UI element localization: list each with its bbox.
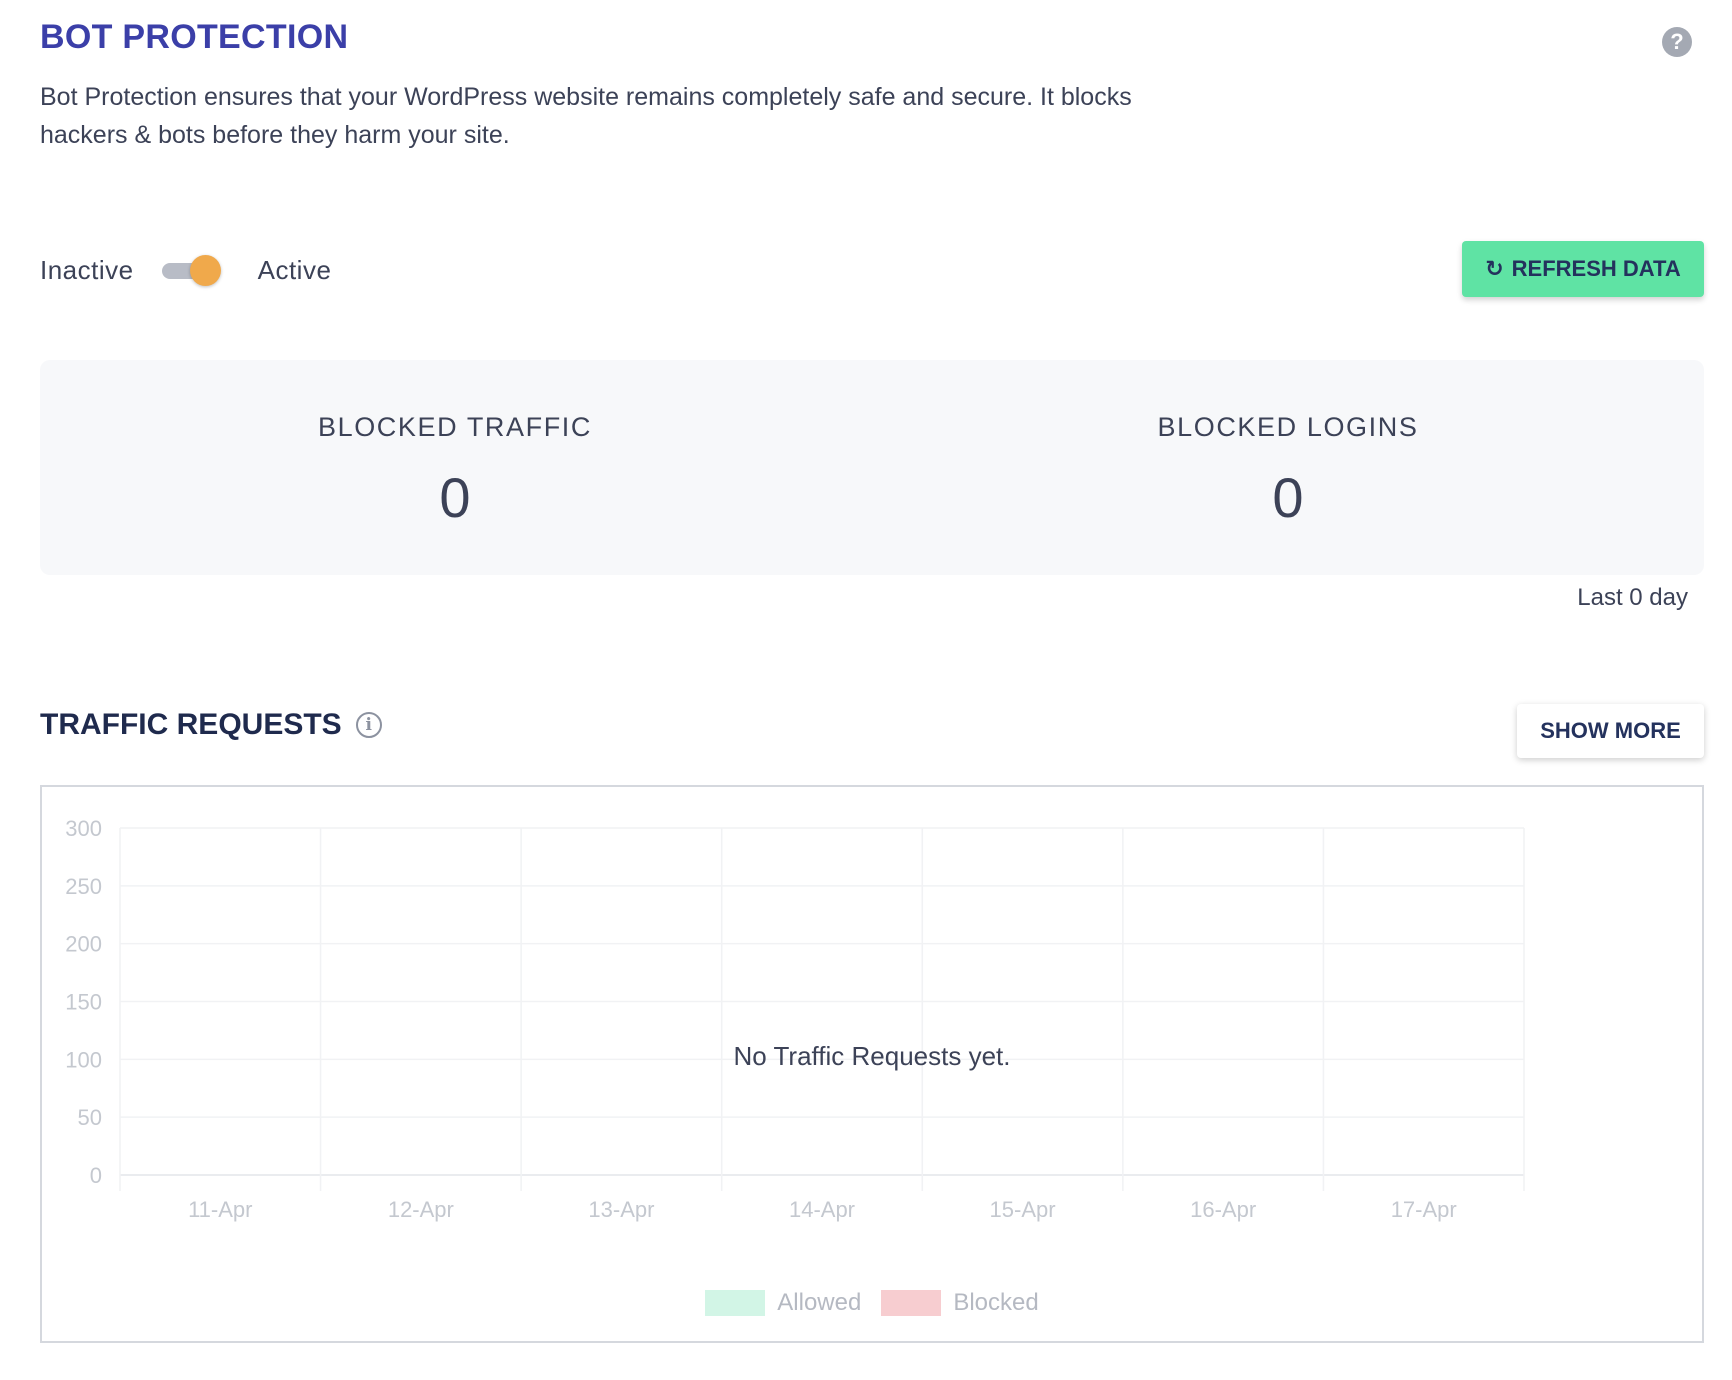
x-tick-label: 12-Apr [388, 1197, 454, 1222]
info-icon[interactable]: i [355, 712, 382, 738]
x-tick-label: 11-Apr [188, 1197, 252, 1222]
x-tick-label: 14-Apr [789, 1197, 855, 1222]
legend-item-allowed[interactable]: Allowed [705, 1289, 861, 1317]
traffic-chart: 0 50 100 150 200 250 300 11-Apr 12-Apr 13-Apr 14-A… [40, 785, 1704, 1343]
y-tick-label: 250 [65, 874, 102, 899]
y-tick-label: 150 [65, 990, 102, 1015]
legend-item-blocked[interactable]: Blocked [881, 1289, 1039, 1317]
legend-swatch-blocked [881, 1290, 942, 1316]
legend-label-allowed: Allowed [777, 1289, 862, 1316]
blocked-traffic-stat: BLOCKED TRAFFIC 0 [155, 412, 755, 530]
blocked-traffic-label: BLOCKED TRAFFIC [317, 412, 593, 442]
x-tick-label: 15-Apr [990, 1197, 1056, 1222]
help-icon[interactable]: ? [1662, 27, 1692, 57]
x-tick-label: 17-Apr [1391, 1197, 1457, 1222]
page-description: Bot Protection ensures that your WordPre… [40, 83, 1132, 149]
y-tick-label: 0 [90, 1163, 102, 1188]
refresh-data-label: REFRESH DATA [1511, 256, 1681, 281]
blocked-logins-stat: BLOCKED LOGINS 0 [988, 412, 1588, 530]
blocked-traffic-value: 0 [439, 466, 471, 529]
active-label: Active [257, 254, 332, 285]
protection-status-row: Inactive Active [40, 250, 331, 290]
y-tick-label: 300 [65, 816, 102, 841]
x-tick-label: 16-Apr [1190, 1197, 1256, 1222]
page-title: BOT PROTECTION [40, 18, 349, 56]
show-more-button[interactable]: SHOW MORE [1517, 704, 1704, 758]
stats-panel: BLOCKED TRAFFIC 0 BLOCKED LOGINS 0 [40, 360, 1704, 575]
traffic-requests-heading: TRAFFIC REQUESTS i [40, 708, 382, 742]
toggle-knob[interactable] [189, 255, 221, 286]
chart-legend: Allowed Blocked [42, 1289, 1702, 1317]
y-tick-label: 200 [65, 932, 102, 957]
x-tick-label: 13-Apr [588, 1197, 654, 1222]
empty-chart-message: No Traffic Requests yet. [733, 1041, 1011, 1071]
refresh-icon: ↻ [1485, 256, 1504, 281]
blocked-logins-label: BLOCKED LOGINS [1157, 412, 1419, 442]
traffic-requests-title: TRAFFIC REQUESTS [40, 708, 342, 741]
refresh-data-button[interactable]: ↻ REFRESH DATA [1462, 241, 1704, 297]
y-tick-label: 50 [78, 1105, 102, 1130]
protection-toggle[interactable] [161, 255, 222, 286]
legend-label-blocked: Blocked [953, 1289, 1039, 1316]
period-label: Last 0 day [1577, 584, 1688, 611]
inactive-label: Inactive [40, 254, 134, 285]
blocked-logins-value: 0 [1272, 466, 1304, 529]
legend-swatch-allowed [705, 1290, 766, 1316]
